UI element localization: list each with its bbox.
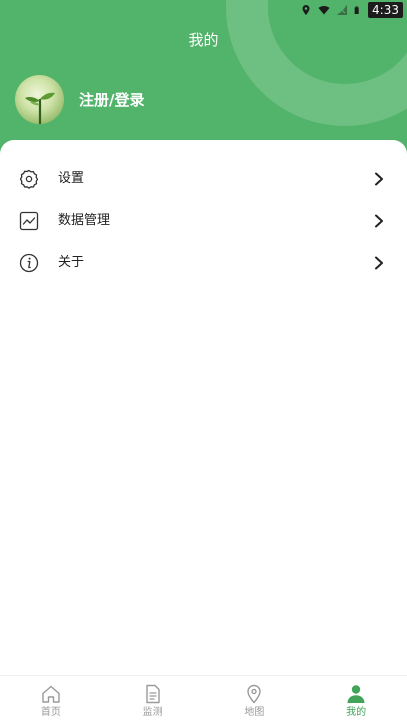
screen: 4:33 我的 注册/登录 设置 数据管理 关于 首页 监测 地图 我的 (0, 0, 407, 725)
menu-item-label: 数据管理 (58, 213, 111, 228)
tab-label: 首页 (40, 707, 61, 718)
status-time: 4:33 (368, 2, 403, 18)
tab-home[interactable]: 首页 (0, 676, 102, 725)
chevron-right-icon (375, 256, 383, 270)
tab-label: 我的 (346, 707, 367, 718)
person-icon (347, 685, 365, 703)
avatar[interactable] (15, 75, 64, 124)
menu-item-data-management[interactable]: 数据管理 (0, 200, 407, 242)
signal-status-icon (337, 5, 348, 15)
login-register-link[interactable]: 注册/登录 (79, 90, 144, 110)
tab-monitor[interactable]: 监测 (102, 676, 204, 725)
chevron-right-icon (375, 172, 383, 186)
menu-item-about[interactable]: 关于 (0, 242, 407, 284)
battery-status-icon (354, 6, 359, 14)
settings-icon (19, 169, 39, 189)
document-icon (145, 684, 160, 704)
wifi-status-icon (318, 5, 330, 15)
chevron-right-icon (375, 214, 383, 228)
menu-item-settings[interactable]: 设置 (0, 158, 407, 200)
page-title: 我的 (188, 31, 219, 49)
tab-label: 监测 (142, 707, 163, 718)
user-login-row[interactable]: 注册/登录 (15, 75, 144, 124)
tab-map[interactable]: 地图 (204, 676, 306, 725)
tab-mine[interactable]: 我的 (305, 676, 407, 725)
location-status-icon (302, 5, 310, 15)
chart-icon (19, 211, 39, 231)
menu-item-label: 设置 (58, 171, 85, 186)
status-bar: 4:33 (0, 0, 407, 20)
tab-label: 地图 (244, 707, 265, 718)
menu-card: 设置 数据管理 关于 (0, 140, 407, 725)
home-icon (42, 685, 60, 703)
seedling-icon (25, 92, 55, 124)
bottom-nav: 首页 监测 地图 我的 (0, 675, 407, 725)
info-icon (19, 253, 39, 273)
map-pin-icon (247, 684, 262, 704)
menu-item-label: 关于 (58, 255, 85, 270)
